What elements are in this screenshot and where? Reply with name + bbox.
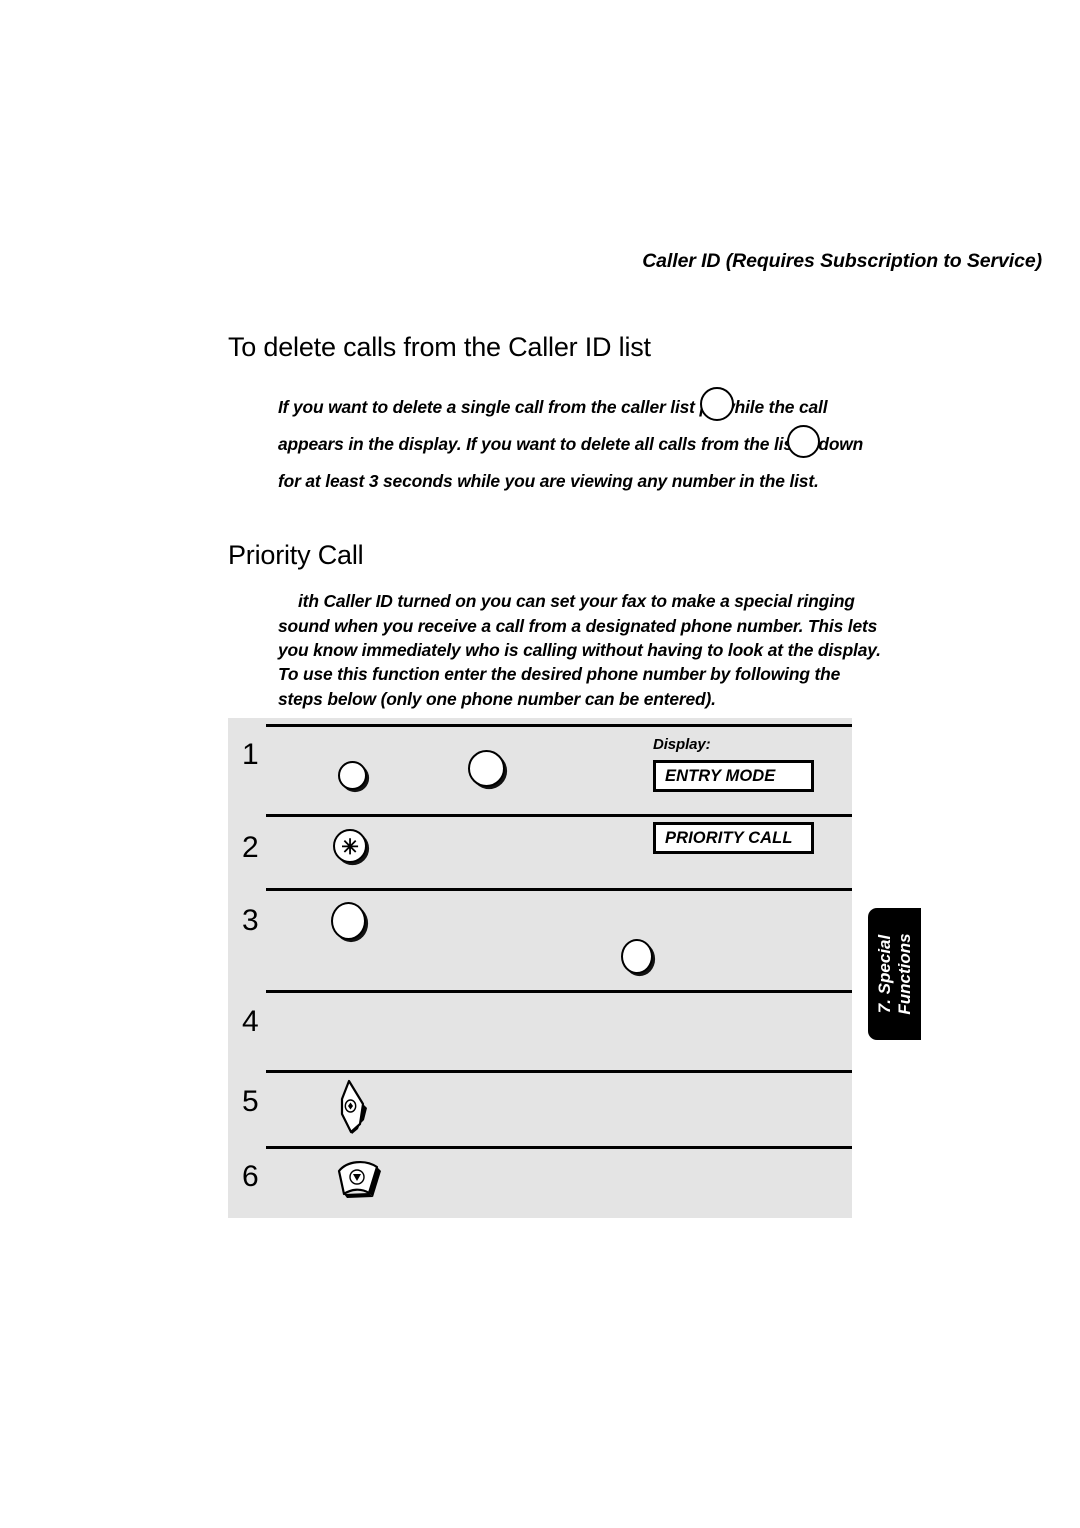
asterisk-glyph: ✳: [341, 835, 359, 859]
side-tab-line-1: 7. Special: [874, 934, 894, 1014]
section-heading-delete-calls: To delete calls from the Caller ID list: [228, 332, 651, 362]
step-number: 3: [242, 904, 259, 937]
round-key-icon[interactable]: [338, 761, 367, 790]
step-number: 5: [242, 1085, 259, 1118]
round-key-icon[interactable]: [621, 939, 653, 974]
inline-round-key-icon-2: [787, 425, 820, 458]
steps-table: 1 Display: ENTRY MODE 2 ✳ PRIORITY CALL …: [228, 718, 852, 1218]
side-tab-line-2: Functions: [894, 933, 914, 1015]
lcd-display-priority-call: PRIORITY CALL: [653, 822, 814, 854]
step-number: 2: [242, 831, 259, 864]
narrow-wedge-key-icon[interactable]: [333, 1078, 375, 1134]
paragraph-priority-call-intro: ith Caller ID turned on you can set your…: [278, 589, 883, 663]
running-head: Caller ID (Requires Subscription to Serv…: [642, 250, 1042, 272]
table-row: 2 ✳ PRIORITY CALL: [228, 814, 852, 888]
paragraph-priority-call-intro-text: ith Caller ID turned on you can set your…: [278, 591, 881, 660]
table-row: 5: [228, 1070, 852, 1146]
asterisk-key-icon[interactable]: ✳: [333, 829, 367, 863]
table-row: 3: [228, 888, 852, 988]
wide-wedge-key-icon[interactable]: [325, 1152, 389, 1206]
table-row: 4: [228, 990, 852, 1070]
round-key-icon[interactable]: [468, 750, 505, 787]
step-number: 4: [242, 1005, 259, 1038]
paragraph-priority-call-usage: To use this function enter the desired p…: [278, 664, 841, 709]
inline-round-key-icon-1: [700, 387, 734, 421]
side-tab-text: 7. Special Functions: [875, 933, 915, 1014]
step-number: 6: [242, 1160, 259, 1193]
lcd-display-entry-mode: ENTRY MODE: [653, 760, 814, 792]
document-page: Caller ID (Requires Subscription to Serv…: [0, 0, 1080, 1528]
table-row: 1 Display: ENTRY MODE: [228, 718, 852, 802]
side-tab-special-functions: 7. Special Functions: [868, 908, 921, 1040]
display-label: Display:: [653, 736, 711, 753]
step-number: 1: [242, 738, 259, 771]
round-key-icon[interactable]: [331, 902, 366, 940]
table-row: 6: [228, 1146, 852, 1218]
section-heading-priority-call: Priority Call: [228, 540, 364, 570]
